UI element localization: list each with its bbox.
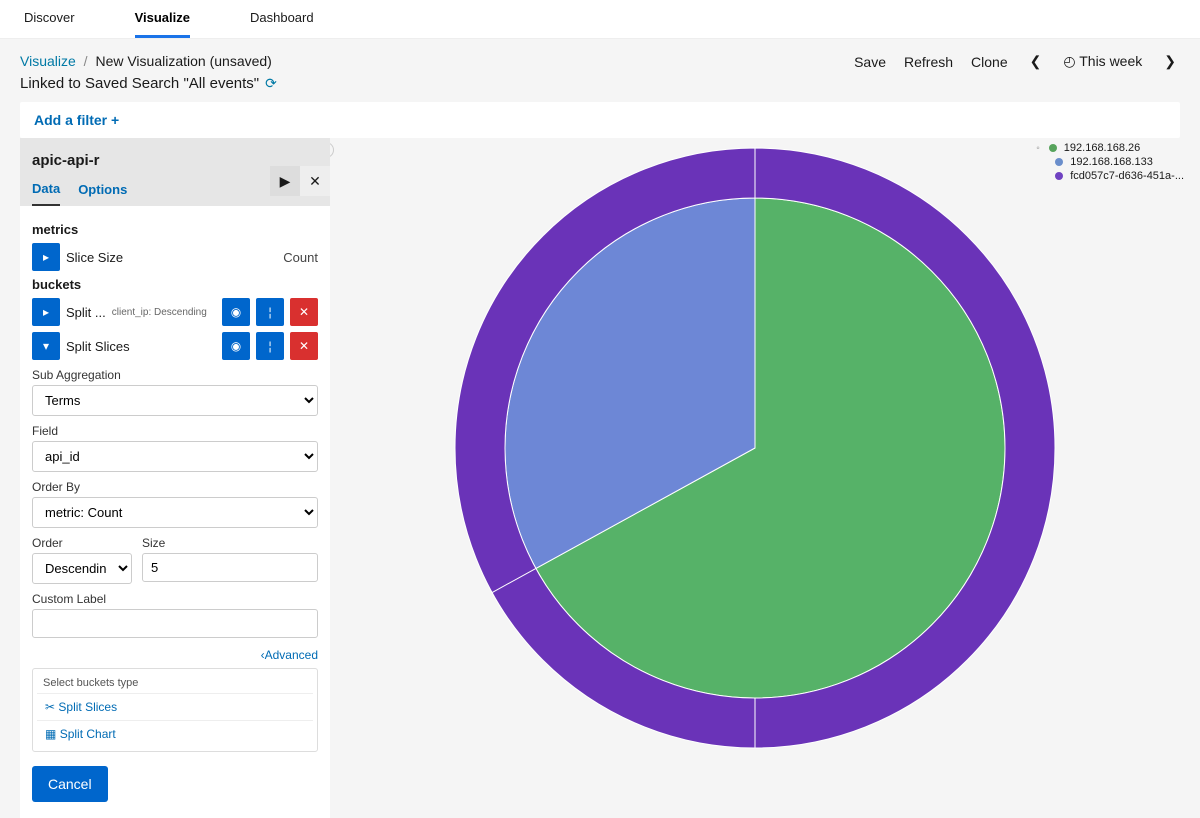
breadcrumb: Visualize / New Visualization (unsaved) [20,53,277,69]
clone-button[interactable]: Clone [971,54,1008,70]
time-prev-icon[interactable]: ❮ [1026,53,1046,70]
bucket1-options[interactable]: ¦ [256,298,284,326]
customlabel-label: Custom Label [32,592,318,606]
breadcrumb-sep: / [84,53,88,69]
order-label: Order [32,536,132,550]
bucket1-enable[interactable]: ◉ [222,298,250,326]
panel-tab-data[interactable]: Data [32,181,60,206]
run-box: ▶ ✕ [270,166,330,196]
priority-icon: ¦ [268,339,271,353]
split-chart-label: Split Chart [60,727,116,741]
eye-icon: ◉ [231,305,241,319]
tab-visualize[interactable]: Visualize [135,0,190,38]
bucket1-toggle[interactable]: ▸ [32,298,60,326]
bucket2-enable[interactable]: ◉ [222,332,250,360]
grid-icon: ▦ [45,727,56,741]
subagg-select[interactable]: Terms [32,385,318,416]
advanced-label: Advanced [265,648,318,662]
save-button[interactable]: Save [854,54,886,70]
field-label: Field [32,424,318,438]
legend-swatch [1055,172,1063,180]
chevron-right-icon: ▸ [43,250,49,264]
legend-swatch [1055,158,1063,166]
time-next-icon[interactable]: ❯ [1160,53,1180,70]
metric-row: ▸ Slice Size Count [32,243,318,271]
field-select[interactable]: api_id [32,441,318,472]
bucket2-toggle[interactable]: ▾ [32,332,60,360]
legend-swatch [1049,144,1057,152]
reload-icon[interactable]: ⟳ [265,75,277,92]
bucket2-options[interactable]: ¦ [256,332,284,360]
sub-bar: Visualize / New Visualization (unsaved) … [0,39,1200,98]
legend-item[interactable]: 192.168.168.133 [1070,156,1153,168]
top-nav: Discover Visualize Dashboard [0,0,1200,39]
x-icon: ✕ [299,339,309,353]
legend-item[interactable]: 192.168.168.26 [1064,142,1140,154]
editor-panel: ‹ apic-api-r Data Options ▶ ✕ metrics ▸ … [20,138,330,818]
split-slices-option[interactable]: ✂ Split Slices [37,693,313,720]
advanced-toggle[interactable]: ‹Advanced [32,648,318,662]
scissors-icon: ✂ [45,700,55,714]
add-filter-button[interactable]: Add a filter + [34,112,119,128]
size-label: Size [142,536,318,550]
priority-icon: ¦ [268,305,271,319]
bucket2-name: Split Slices [66,339,130,354]
chart-area: ◦ 192.168.168.26 192.168.168.133 fcd057c… [330,138,1180,758]
order-select[interactable]: Descending [32,553,132,584]
time-range-label: This week [1079,53,1142,69]
bucket-row-1: ▸ Split ... client_ip: Descending ◉ ¦ ✕ [32,298,318,326]
select-buckets-label: Select buckets type [37,673,313,693]
clock-icon: ◴ [1063,53,1075,69]
chevron-right-icon: ▸ [43,305,49,319]
breadcrumb-root[interactable]: Visualize [20,53,76,69]
run-button[interactable]: ▶ [270,166,300,196]
pie-chart [445,138,1065,758]
close-icon: ✕ [309,173,321,190]
size-input[interactable] [142,553,318,582]
legend: ◦ 192.168.168.26 192.168.168.133 fcd057c… [1036,142,1184,184]
linked-search: Linked to Saved Search "All events" ⟳ [20,75,277,92]
panel-header: apic-api-r Data Options ▶ ✕ [20,138,330,206]
linked-search-text: Linked to Saved Search "All events" [20,75,259,92]
metric-toggle[interactable]: ▸ [32,243,60,271]
filter-bar: Add a filter + [20,102,1180,138]
bucket1-delete[interactable]: ✕ [290,298,318,326]
time-range[interactable]: ◴ This week [1063,53,1142,70]
bucket1-name: Split ... [66,305,106,320]
split-chart-option[interactable]: ▦ Split Chart [37,720,313,747]
chevron-down-icon: ▾ [43,339,49,353]
breadcrumb-current: New Visualization (unsaved) [95,53,271,69]
refresh-button[interactable]: Refresh [904,54,953,70]
toolbar: Save Refresh Clone ❮ ◴ This week ❯ [854,53,1180,70]
metric-agg: Count [283,250,318,265]
play-icon: ▶ [280,173,291,190]
customlabel-input[interactable] [32,609,318,638]
orderby-select[interactable]: metric: Count [32,497,318,528]
orderby-label: Order By [32,480,318,494]
bucket1-sub: client_ip: Descending [112,307,207,318]
eye-icon: ◉ [231,339,241,353]
split-slices-label: Split Slices [58,700,117,714]
x-icon: ✕ [299,305,309,319]
buckets-label: buckets [32,277,318,292]
legend-toggle-icon[interactable]: ◦ [1036,143,1040,154]
legend-item[interactable]: fcd057c7-d636-451a-... [1070,170,1184,182]
metrics-label: metrics [32,222,318,237]
subagg-label: Sub Aggregation [32,368,318,382]
metric-name: Slice Size [66,250,123,265]
discard-button[interactable]: ✕ [300,166,330,196]
bucket-row-2: ▾ Split Slices ◉ ¦ ✕ [32,332,318,360]
panel-tab-options[interactable]: Options [78,182,127,205]
tab-dashboard[interactable]: Dashboard [250,0,314,38]
select-buckets-box: Select buckets type ✂ Split Slices ▦ Spl… [32,668,318,752]
bucket2-delete[interactable]: ✕ [290,332,318,360]
tab-discover[interactable]: Discover [24,0,75,38]
